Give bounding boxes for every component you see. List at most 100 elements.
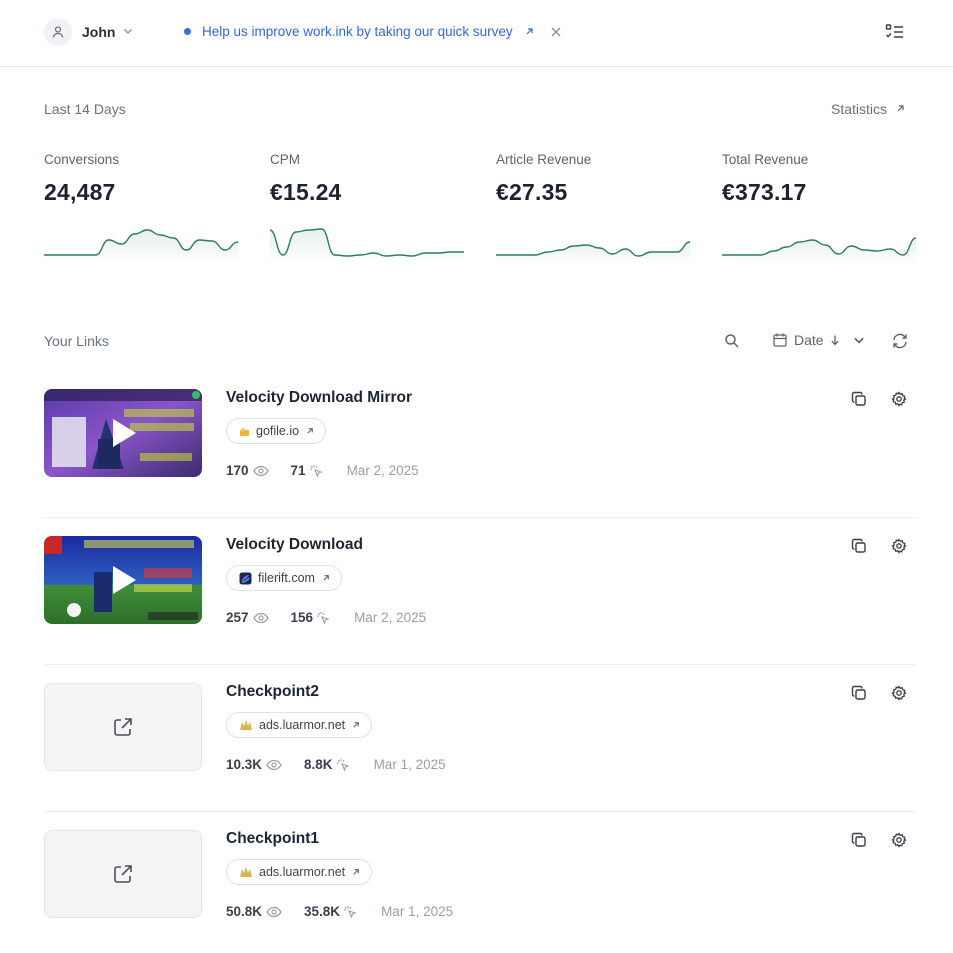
- link-metrics: 10.3K 8.8K Mar 1, 2025: [226, 757, 446, 772]
- video-thumbnail[interactable]: [44, 389, 202, 477]
- refresh-icon[interactable]: [891, 332, 909, 350]
- click-icon: [309, 464, 323, 478]
- link-title[interactable]: Velocity Download: [226, 536, 363, 554]
- eye-icon: [266, 906, 282, 917]
- external-link-icon: [323, 575, 329, 581]
- link-metrics: 50.8K 35.8K Mar 1, 2025: [226, 904, 453, 919]
- link-placeholder-thumbnail[interactable]: [44, 830, 202, 918]
- external-link-icon: [114, 865, 132, 883]
- link-title[interactable]: Velocity Download Mirror: [226, 389, 412, 407]
- thumbnail-image: [44, 536, 202, 624]
- external-link-icon: [114, 718, 132, 736]
- gofile-favicon-icon: [240, 427, 249, 436]
- kpi-total-revenue: Total Revenue €373.17: [722, 152, 916, 264]
- kpi-value: 24,487: [44, 179, 116, 205]
- gear-icon[interactable]: [891, 538, 907, 554]
- luarmor-favicon-icon: [240, 720, 252, 730]
- checklist-menu-icon[interactable]: [885, 23, 905, 41]
- gear-icon[interactable]: [891, 832, 907, 848]
- top-bar: John Help us improve work.ink by taking …: [0, 0, 953, 67]
- chevron-down-icon[interactable]: [122, 25, 134, 37]
- statistics-link[interactable]: Statistics: [831, 101, 887, 117]
- link-row[interactable]: Velocity Download filerift.com 257 156 M…: [44, 518, 916, 665]
- external-link-icon: [353, 869, 359, 875]
- trend-sparkline: [270, 228, 464, 264]
- external-link-icon[interactable]: [524, 26, 535, 37]
- user-icon: [52, 26, 64, 38]
- gear-icon[interactable]: [891, 685, 907, 701]
- gear-icon[interactable]: [891, 391, 907, 407]
- external-link-icon: [353, 722, 359, 728]
- domain-link[interactable]: gofile.io: [226, 418, 327, 444]
- eye-icon: [252, 612, 269, 623]
- copy-icon[interactable]: [851, 832, 867, 848]
- link-metrics: 257 156 Mar 2, 2025: [226, 610, 426, 625]
- date-sort-dropdown[interactable]: Date: [772, 332, 866, 348]
- eye-icon: [266, 759, 282, 770]
- views-count: 257: [226, 610, 249, 625]
- click-icon: [317, 611, 330, 625]
- domain-link[interactable]: ads.luarmor.net: [226, 712, 373, 738]
- kpi-label: CPM: [270, 152, 300, 167]
- survey-dot: [184, 28, 191, 35]
- views-count: 10.3K: [226, 757, 263, 772]
- created-date: Mar 2, 2025: [346, 463, 419, 478]
- user-name[interactable]: John: [82, 24, 115, 40]
- luarmor-favicon-icon: [240, 867, 252, 877]
- clicks-count: 35.8K: [304, 904, 341, 919]
- link-row[interactable]: Velocity Download Mirror gofile.io 170 7…: [44, 371, 916, 518]
- click-icon: [336, 758, 350, 772]
- kpi-conversions: Conversions 24,487: [44, 152, 238, 264]
- domain-text: ads.luarmor.net: [259, 718, 346, 732]
- period-label: Last 14 Days: [44, 101, 126, 117]
- sparkline-area: [270, 229, 464, 264]
- clicks-count: 71: [290, 463, 306, 478]
- kpi-label: Article Revenue: [496, 152, 592, 167]
- filerift-favicon-icon: [239, 572, 252, 584]
- links-section-title: Your Links: [44, 333, 109, 349]
- survey-link[interactable]: Help us improve work.ink by taking our q…: [202, 24, 513, 39]
- domain-link[interactable]: filerift.com: [226, 565, 342, 591]
- copy-icon[interactable]: [851, 391, 867, 407]
- video-thumbnail[interactable]: [44, 536, 202, 624]
- domain-text: filerift.com: [258, 571, 315, 585]
- eye-icon: [252, 465, 269, 476]
- kpi-label: Total Revenue: [722, 152, 809, 167]
- calendar-icon: [773, 333, 787, 347]
- clicks-count: 8.8K: [304, 757, 333, 772]
- created-date: Mar 1, 2025: [381, 904, 454, 919]
- link-title[interactable]: Checkpoint2: [226, 683, 319, 701]
- external-link-icon: [307, 428, 313, 434]
- link-placeholder-thumbnail[interactable]: [44, 683, 202, 771]
- kpi-cpm: CPM €15.24: [270, 152, 464, 264]
- kpi-value: €15.24: [270, 179, 342, 205]
- search-icon[interactable]: [724, 333, 740, 349]
- copy-icon[interactable]: [851, 685, 867, 701]
- external-link-icon[interactable]: [895, 103, 906, 114]
- arrow-down-icon: [830, 335, 839, 346]
- thumbnail-image: [44, 389, 202, 477]
- close-icon[interactable]: [550, 26, 562, 38]
- kpi-value: €27.35: [496, 179, 568, 205]
- trend-sparkline: [44, 229, 238, 264]
- sparkline-area: [496, 242, 690, 264]
- domain-text: gofile.io: [256, 424, 300, 438]
- click-icon: [344, 905, 357, 919]
- sparkline-area: [44, 230, 238, 264]
- created-date: Mar 1, 2025: [373, 757, 446, 772]
- link-metrics: 170 71 Mar 2, 2025: [226, 463, 419, 478]
- trend-sparkline: [722, 237, 916, 264]
- link-title[interactable]: Checkpoint1: [226, 830, 319, 848]
- chevron-down-icon: [853, 337, 864, 344]
- link-row[interactable]: Checkpoint2 ads.luarmor.net 10.3K 8.8K M…: [44, 665, 916, 812]
- link-row[interactable]: Checkpoint1 ads.luarmor.net 50.8K 35.8K …: [44, 812, 916, 953]
- clicks-count: 156: [290, 610, 314, 625]
- copy-icon[interactable]: [851, 538, 867, 554]
- kpi-label: Conversions: [44, 152, 120, 167]
- views-count: 170: [226, 463, 249, 478]
- kpi-article-revenue: Article Revenue €27.35: [496, 152, 690, 264]
- user-avatar[interactable]: [44, 18, 72, 46]
- domain-link[interactable]: ads.luarmor.net: [226, 859, 373, 885]
- views-count: 50.8K: [226, 904, 263, 919]
- trend-sparkline: [496, 241, 690, 264]
